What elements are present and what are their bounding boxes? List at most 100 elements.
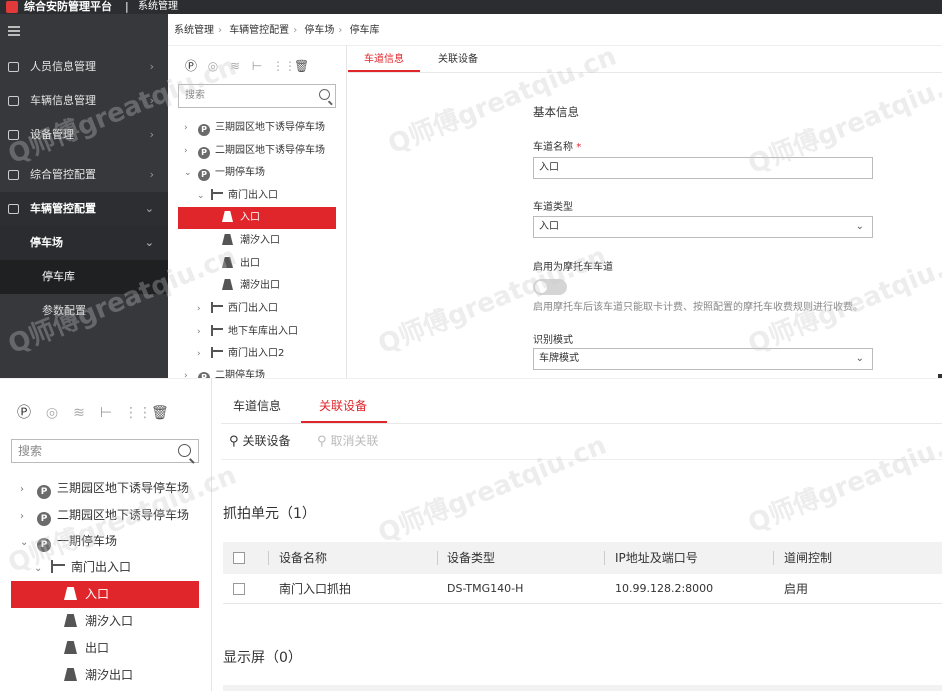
display-screen-title: 显示屏（0） xyxy=(223,650,302,666)
chevron-right-icon[interactable]: › xyxy=(197,321,207,343)
lane-detail-panel: 车道信息 关联设备 xyxy=(348,46,942,378)
lane-type-select[interactable]: 入口 ⌄ xyxy=(533,216,873,238)
tab-lane-info[interactable]: 车道信息 xyxy=(233,397,281,414)
row-checkbox[interactable] xyxy=(233,583,245,595)
lane-icon xyxy=(222,257,233,268)
sidebar-item-integrated-control[interactable]: 综合管控配置 › xyxy=(0,158,168,192)
sidebar-item-label: 综合管控配置 xyxy=(30,168,96,181)
chevron-right-icon[interactable]: › xyxy=(184,117,194,139)
tree-node[interactable]: › P 二期园区地下诱导停车场 xyxy=(184,140,325,162)
delete-icon[interactable]: 🗑 xyxy=(294,59,309,73)
lane-name-input[interactable]: 入口 xyxy=(533,157,873,179)
tree-node[interactable]: ⌄ 南门出入口 xyxy=(197,185,278,207)
tree-node-label: 地下车库出入口 xyxy=(228,326,298,337)
sidebar-item-vehicle-control[interactable]: 车辆管控配置 ⌄ xyxy=(0,192,168,226)
table-row[interactable]: 南门入口抓拍 DS-TMG140-H 10.99.128.2:8000 启用 xyxy=(223,574,942,604)
tree-search-input[interactable]: 搜索 xyxy=(178,84,336,108)
chevron-down-icon[interactable]: ⌄ xyxy=(20,529,32,556)
tree-node[interactable]: 潮汐出口 xyxy=(64,662,133,689)
tree-node[interactable]: 潮汐出口 xyxy=(222,275,280,297)
chevron-right-icon[interactable]: › xyxy=(20,503,32,530)
column-header[interactable]: 设备类型 xyxy=(447,542,495,574)
add-entrance-icon[interactable]: ◎ xyxy=(44,405,60,421)
recognition-mode-select[interactable]: 车牌模式 ⌄ xyxy=(533,348,873,370)
chevron-down-icon[interactable]: ⌄ xyxy=(184,162,194,184)
tree-node[interactable]: › P 二期停车场 xyxy=(184,365,265,378)
device-icon xyxy=(8,130,19,140)
column-header[interactable]: 道闸控制 xyxy=(784,542,832,574)
recognition-mode-label: 识别模式 xyxy=(533,335,573,346)
search-icon[interactable] xyxy=(178,444,191,457)
sort-icon[interactable]: ⋮⋮ xyxy=(272,59,296,73)
tree-node[interactable]: ⌄ P 一期停车场 xyxy=(20,528,117,555)
column-header[interactable]: IP地址及端口号 xyxy=(615,542,698,574)
sidebar-item-person[interactable]: 人员信息管理 › xyxy=(0,50,168,84)
section-title: 基本信息 xyxy=(533,105,579,119)
chevron-right-icon[interactable]: › xyxy=(20,476,32,503)
gate-icon[interactable]: ⊢ xyxy=(250,59,264,73)
search-placeholder: 搜索 xyxy=(185,90,205,101)
sidebar-item-device[interactable]: 设备管理 › xyxy=(0,118,168,152)
link-device-button[interactable]: ⚲ 关联设备 xyxy=(229,431,291,452)
tree-node[interactable]: ⌄ 南门出入口 xyxy=(34,554,131,581)
gate-icon[interactable]: ⊢ xyxy=(98,405,114,421)
add-entrance-icon[interactable]: ◎ xyxy=(206,59,220,73)
delete-icon[interactable]: 🗑 xyxy=(151,405,169,421)
tree-node[interactable]: ⌄ P 一期停车场 xyxy=(184,162,265,184)
chevron-right-icon[interactable]: › xyxy=(184,365,194,378)
tree-node[interactable]: › 西门出入口 xyxy=(197,298,278,320)
parking-tree-panel: Ⓟ ◎ ≋ ⊢ ⋮⋮ 🗑 搜索 › P 三期园区地下诱导停车场 › P 二期园区地下诱导… xyxy=(168,46,347,378)
tree-node[interactable]: 潮汐入口 xyxy=(64,608,133,635)
tree-node[interactable]: › 南门出入口2 xyxy=(197,343,284,365)
tab-linked-devices[interactable]: 关联设备 xyxy=(319,397,367,414)
add-lane-icon[interactable]: ≋ xyxy=(228,59,242,73)
tree-node-label: 潮汐出口 xyxy=(85,668,134,682)
breadcrumb-item[interactable]: 系统管理 xyxy=(174,25,214,36)
breadcrumb-item[interactable]: 车辆管控配置 xyxy=(229,25,289,36)
gate-icon xyxy=(211,325,223,336)
tree-node-selected[interactable]: 入口 xyxy=(178,207,336,229)
sidebar-item-parking-garage[interactable]: 停车库 xyxy=(0,260,168,294)
car-front-icon xyxy=(8,204,19,214)
tree-node[interactable]: 出口 xyxy=(222,253,260,275)
tree-search-input[interactable]: 搜索 xyxy=(11,439,199,463)
add-parking-icon[interactable]: Ⓟ xyxy=(16,405,32,421)
menu-collapse-icon[interactable] xyxy=(8,26,20,36)
tree-node[interactable]: › 地下车库出入口 xyxy=(197,321,298,343)
add-lane-icon[interactable]: ≋ xyxy=(71,405,87,421)
chevron-right-icon: › xyxy=(149,94,154,107)
sidebar-item-parameter-config[interactable]: 参数配置 xyxy=(0,294,168,328)
tree-node-selected[interactable]: 入口 xyxy=(11,581,199,608)
chevron-down-icon[interactable]: ⌄ xyxy=(34,555,46,582)
tree-node[interactable]: 潮汐入口 xyxy=(222,230,280,252)
required-mark: * xyxy=(576,142,582,153)
tree-node[interactable]: › P 三期园区地下诱导停车场 xyxy=(184,117,325,139)
sidebar-item-parking[interactable]: 停车场 ⌄ xyxy=(0,226,168,260)
tree-node-label: 二期园区地下诱导停车场 xyxy=(215,145,325,156)
column-header[interactable]: 设备名称 xyxy=(279,542,327,574)
motorcycle-lane-toggle[interactable] xyxy=(533,279,567,295)
sort-icon[interactable]: ⋮⋮ xyxy=(124,405,152,421)
tree-node-label: 南门出入口 xyxy=(228,190,278,201)
tree-node[interactable]: › P 二期园区地下诱导停车场 xyxy=(20,502,189,529)
breadcrumb-item[interactable]: 停车场 xyxy=(304,25,334,36)
linked-devices-panel: 车道信息 关联设备 ⚲ 关联设备 ⚲ 取消关联 抓拍单元（1） 设备名称 设备类型 … xyxy=(213,379,942,691)
chevron-right-icon[interactable]: › xyxy=(197,298,207,320)
car-icon xyxy=(8,96,19,106)
unlink-device-button[interactable]: ⚲ 取消关联 xyxy=(317,431,379,452)
add-parking-icon[interactable]: Ⓟ xyxy=(184,59,198,73)
search-icon[interactable] xyxy=(319,89,330,100)
tree-node[interactable]: 出口 xyxy=(64,635,109,662)
chevron-down-icon: ⌄ xyxy=(144,236,154,249)
sidebar-item-vehicle-info[interactable]: 车辆信息管理 › xyxy=(0,84,168,118)
tab-linked-devices[interactable]: 关联设备 xyxy=(438,46,478,74)
breadcrumb-current: 停车库 xyxy=(349,25,380,36)
tree-node[interactable]: › P 三期园区地下诱导停车场 xyxy=(20,475,189,502)
breadcrumb-arrow-icon: › xyxy=(293,25,298,36)
person-icon xyxy=(8,62,19,72)
chevron-right-icon[interactable]: › xyxy=(197,343,207,365)
chevron-right-icon[interactable]: › xyxy=(184,140,194,162)
select-all-checkbox[interactable] xyxy=(233,552,245,564)
chevron-down-icon[interactable]: ⌄ xyxy=(197,185,207,207)
module-name[interactable]: 系统管理 xyxy=(138,0,178,14)
